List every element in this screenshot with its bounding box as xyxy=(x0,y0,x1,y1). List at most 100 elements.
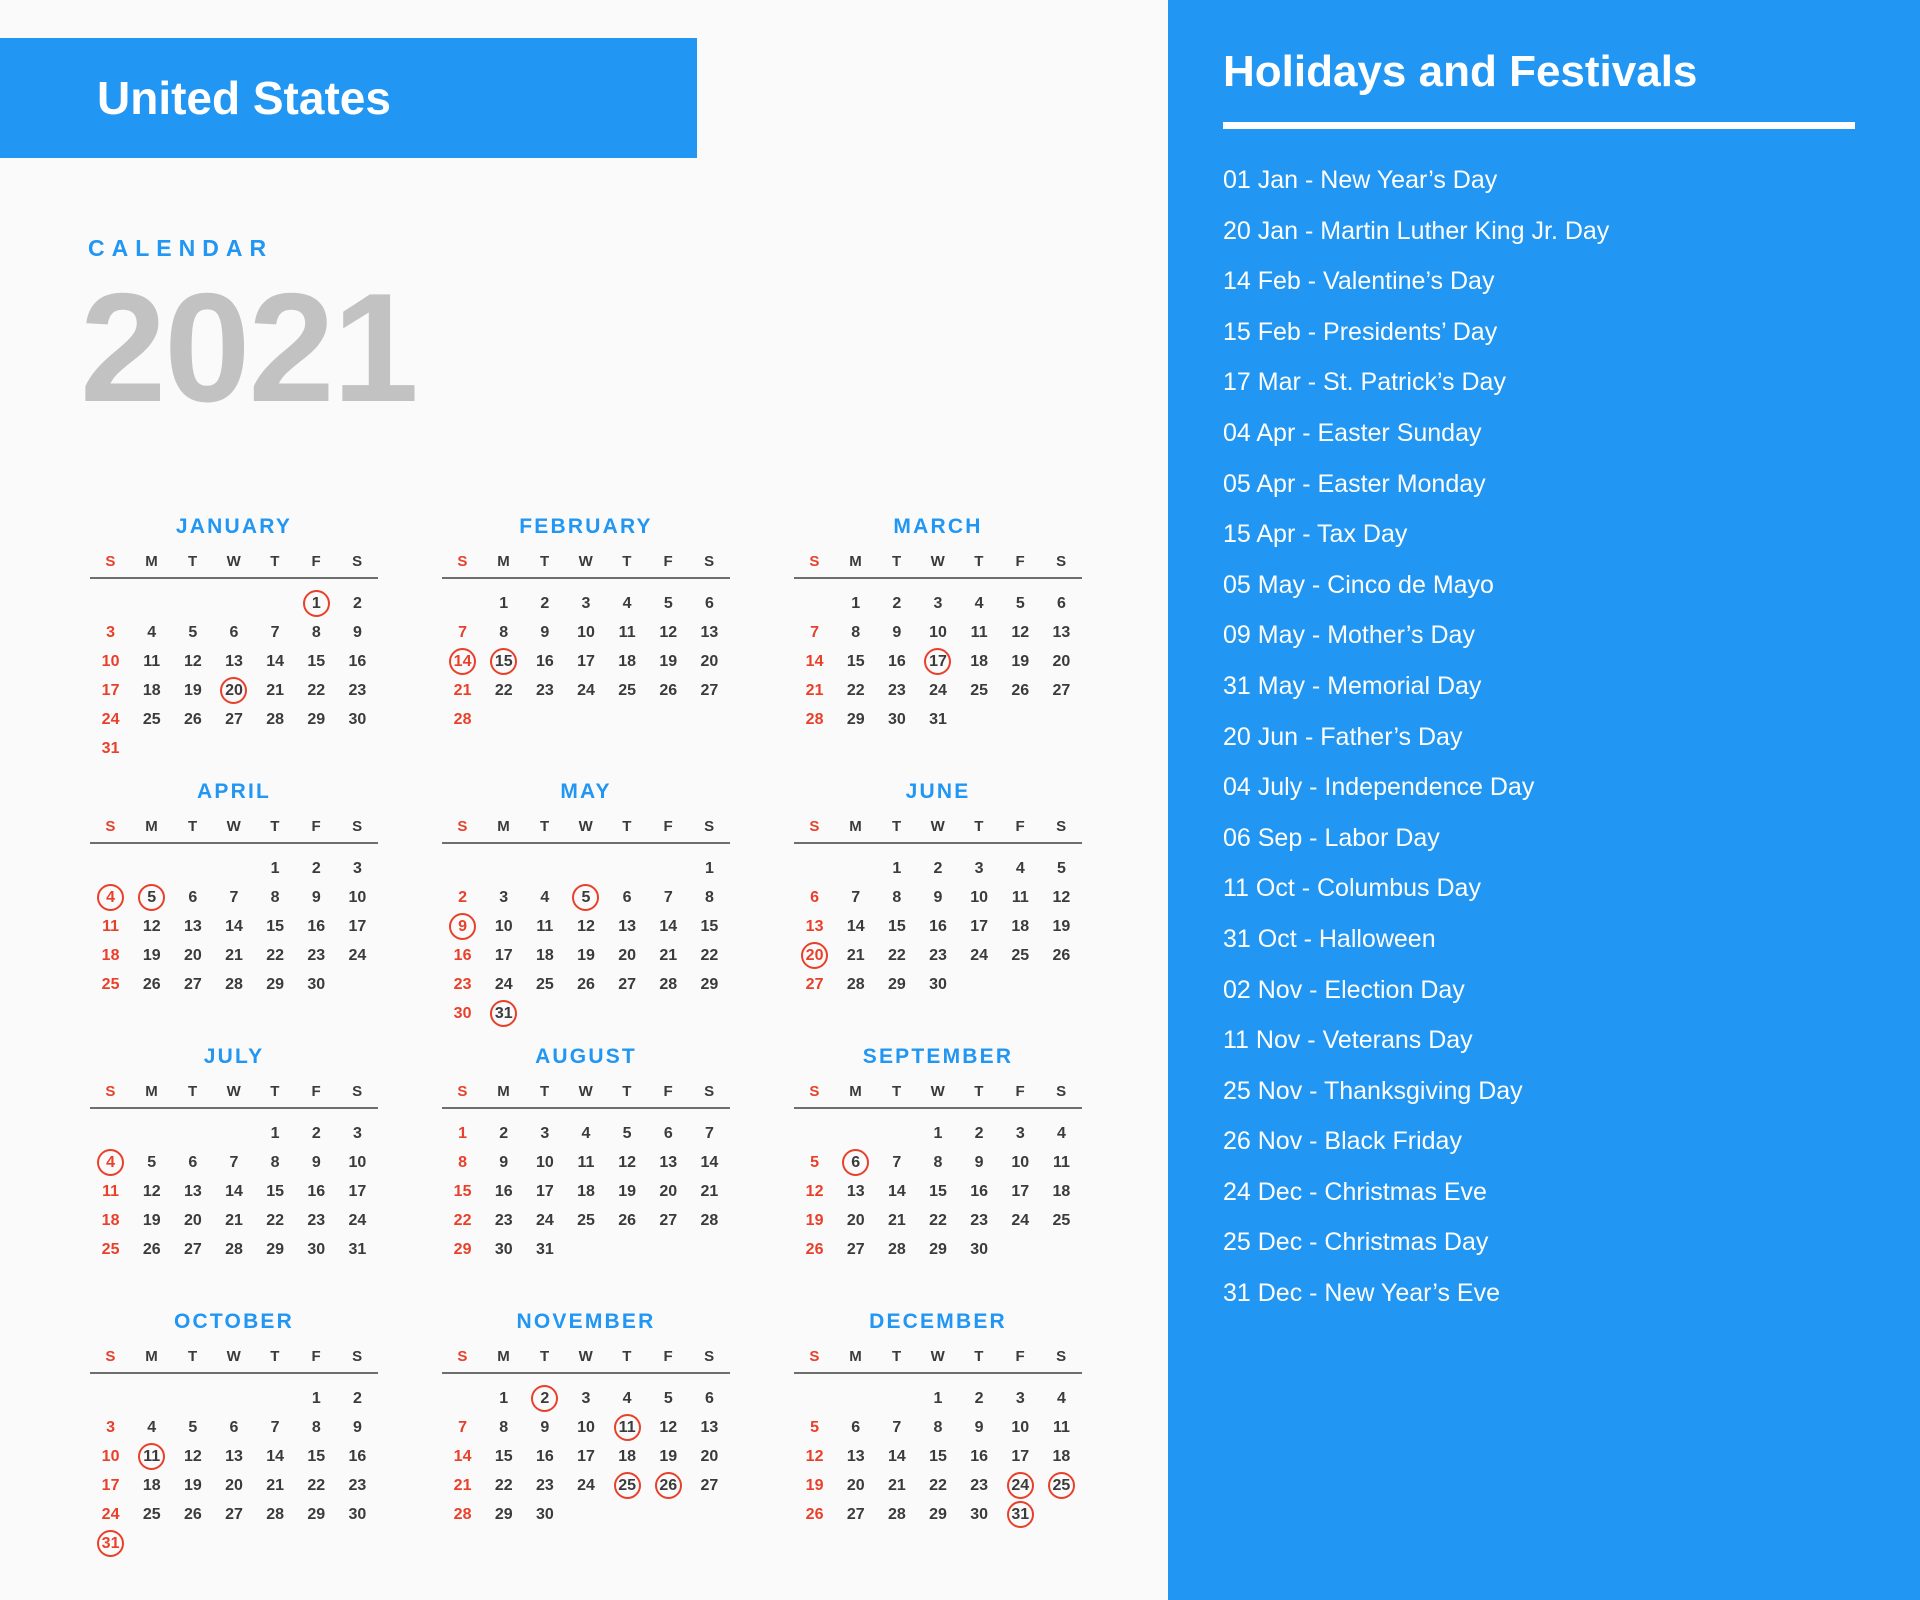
day-cell[interactable]: 6 xyxy=(689,589,730,618)
day-cell[interactable]: 3 xyxy=(90,1413,131,1442)
day-cell[interactable]: 29 xyxy=(296,705,337,734)
day-cell[interactable]: 3 xyxy=(337,1119,378,1148)
day-cell[interactable]: 2 xyxy=(876,589,917,618)
day-cell[interactable]: 27 xyxy=(835,1235,876,1264)
day-cell[interactable]: 9 xyxy=(296,1148,337,1177)
day-cell[interactable]: 6 xyxy=(689,1384,730,1413)
day-cell[interactable]: 7 xyxy=(255,1413,296,1442)
day-cell[interactable]: 28 xyxy=(689,1206,730,1235)
day-cell[interactable]: 30 xyxy=(917,970,958,999)
day-cell[interactable]: 21 xyxy=(442,676,483,705)
day-cell[interactable]: 7 xyxy=(255,618,296,647)
day-cell[interactable]: 19 xyxy=(1000,647,1041,676)
day-cell[interactable]: 9 xyxy=(524,618,565,647)
day-cell[interactable]: 12 xyxy=(1041,883,1082,912)
day-cell[interactable]: 3 xyxy=(959,854,1000,883)
day-cell[interactable]: 11 xyxy=(131,1442,172,1471)
day-cell[interactable]: 14 xyxy=(648,912,689,941)
day-cell[interactable]: 23 xyxy=(917,941,958,970)
day-cell[interactable]: 12 xyxy=(648,1413,689,1442)
day-cell[interactable]: 27 xyxy=(172,1235,213,1264)
day-cell[interactable]: 29 xyxy=(917,1500,958,1529)
day-cell[interactable]: 4 xyxy=(565,1119,606,1148)
day-cell[interactable]: 16 xyxy=(296,1177,337,1206)
day-cell[interactable]: 19 xyxy=(794,1206,835,1235)
day-cell[interactable]: 14 xyxy=(213,912,254,941)
day-cell[interactable]: 19 xyxy=(172,676,213,705)
day-cell[interactable]: 21 xyxy=(213,941,254,970)
day-cell[interactable]: 17 xyxy=(483,941,524,970)
day-cell[interactable]: 8 xyxy=(483,618,524,647)
day-cell[interactable]: 26 xyxy=(172,1500,213,1529)
day-cell[interactable]: 1 xyxy=(689,854,730,883)
day-cell[interactable]: 14 xyxy=(689,1148,730,1177)
day-cell[interactable]: 24 xyxy=(483,970,524,999)
day-cell[interactable]: 29 xyxy=(917,1235,958,1264)
day-cell[interactable]: 27 xyxy=(689,676,730,705)
day-cell[interactable]: 31 xyxy=(90,734,131,763)
day-cell[interactable]: 22 xyxy=(255,941,296,970)
day-cell[interactable]: 16 xyxy=(442,941,483,970)
day-cell[interactable]: 25 xyxy=(565,1206,606,1235)
day-cell[interactable]: 25 xyxy=(607,1471,648,1500)
day-cell[interactable]: 14 xyxy=(835,912,876,941)
day-cell[interactable]: 27 xyxy=(213,705,254,734)
day-cell[interactable]: 24 xyxy=(337,941,378,970)
day-cell[interactable]: 10 xyxy=(483,912,524,941)
day-cell[interactable]: 4 xyxy=(524,883,565,912)
day-cell[interactable]: 10 xyxy=(524,1148,565,1177)
day-cell[interactable]: 2 xyxy=(337,589,378,618)
day-cell[interactable]: 7 xyxy=(835,883,876,912)
day-cell[interactable]: 18 xyxy=(131,676,172,705)
day-cell[interactable]: 7 xyxy=(213,1148,254,1177)
day-cell[interactable]: 2 xyxy=(483,1119,524,1148)
day-cell[interactable]: 1 xyxy=(483,589,524,618)
day-cell[interactable]: 7 xyxy=(442,618,483,647)
day-cell[interactable]: 2 xyxy=(524,589,565,618)
day-cell[interactable]: 8 xyxy=(255,883,296,912)
day-cell[interactable]: 10 xyxy=(1000,1148,1041,1177)
day-cell[interactable]: 6 xyxy=(648,1119,689,1148)
day-cell[interactable]: 1 xyxy=(442,1119,483,1148)
day-cell[interactable]: 24 xyxy=(90,1500,131,1529)
day-cell[interactable]: 18 xyxy=(1000,912,1041,941)
day-cell[interactable]: 11 xyxy=(565,1148,606,1177)
day-cell[interactable]: 2 xyxy=(524,1384,565,1413)
day-cell[interactable]: 23 xyxy=(483,1206,524,1235)
day-cell[interactable]: 12 xyxy=(131,1177,172,1206)
day-cell[interactable]: 6 xyxy=(213,1413,254,1442)
day-cell[interactable]: 21 xyxy=(255,676,296,705)
day-cell[interactable]: 2 xyxy=(959,1119,1000,1148)
day-cell[interactable]: 16 xyxy=(959,1442,1000,1471)
day-cell[interactable]: 15 xyxy=(483,1442,524,1471)
day-cell[interactable]: 5 xyxy=(1000,589,1041,618)
day-cell[interactable]: 13 xyxy=(689,1413,730,1442)
day-cell[interactable]: 19 xyxy=(565,941,606,970)
day-cell[interactable]: 30 xyxy=(337,705,378,734)
day-cell[interactable]: 3 xyxy=(917,589,958,618)
day-cell[interactable]: 21 xyxy=(876,1206,917,1235)
day-cell[interactable]: 4 xyxy=(131,618,172,647)
day-cell[interactable]: 21 xyxy=(648,941,689,970)
day-cell[interactable]: 21 xyxy=(442,1471,483,1500)
day-cell[interactable]: 24 xyxy=(337,1206,378,1235)
day-cell[interactable]: 29 xyxy=(255,1235,296,1264)
day-cell[interactable]: 15 xyxy=(296,1442,337,1471)
day-cell[interactable]: 28 xyxy=(442,705,483,734)
day-cell[interactable]: 27 xyxy=(648,1206,689,1235)
day-cell[interactable]: 13 xyxy=(689,618,730,647)
day-cell[interactable]: 16 xyxy=(959,1177,1000,1206)
day-cell[interactable]: 13 xyxy=(172,912,213,941)
day-cell[interactable]: 1 xyxy=(835,589,876,618)
day-cell[interactable]: 18 xyxy=(1041,1442,1082,1471)
day-cell[interactable]: 30 xyxy=(959,1235,1000,1264)
day-cell[interactable]: 24 xyxy=(959,941,1000,970)
day-cell[interactable]: 28 xyxy=(213,1235,254,1264)
day-cell[interactable]: 13 xyxy=(835,1442,876,1471)
day-cell[interactable]: 25 xyxy=(959,676,1000,705)
day-cell[interactable]: 23 xyxy=(442,970,483,999)
day-cell[interactable]: 13 xyxy=(213,1442,254,1471)
day-cell[interactable]: 3 xyxy=(483,883,524,912)
day-cell[interactable]: 17 xyxy=(565,1442,606,1471)
day-cell[interactable]: 23 xyxy=(337,676,378,705)
